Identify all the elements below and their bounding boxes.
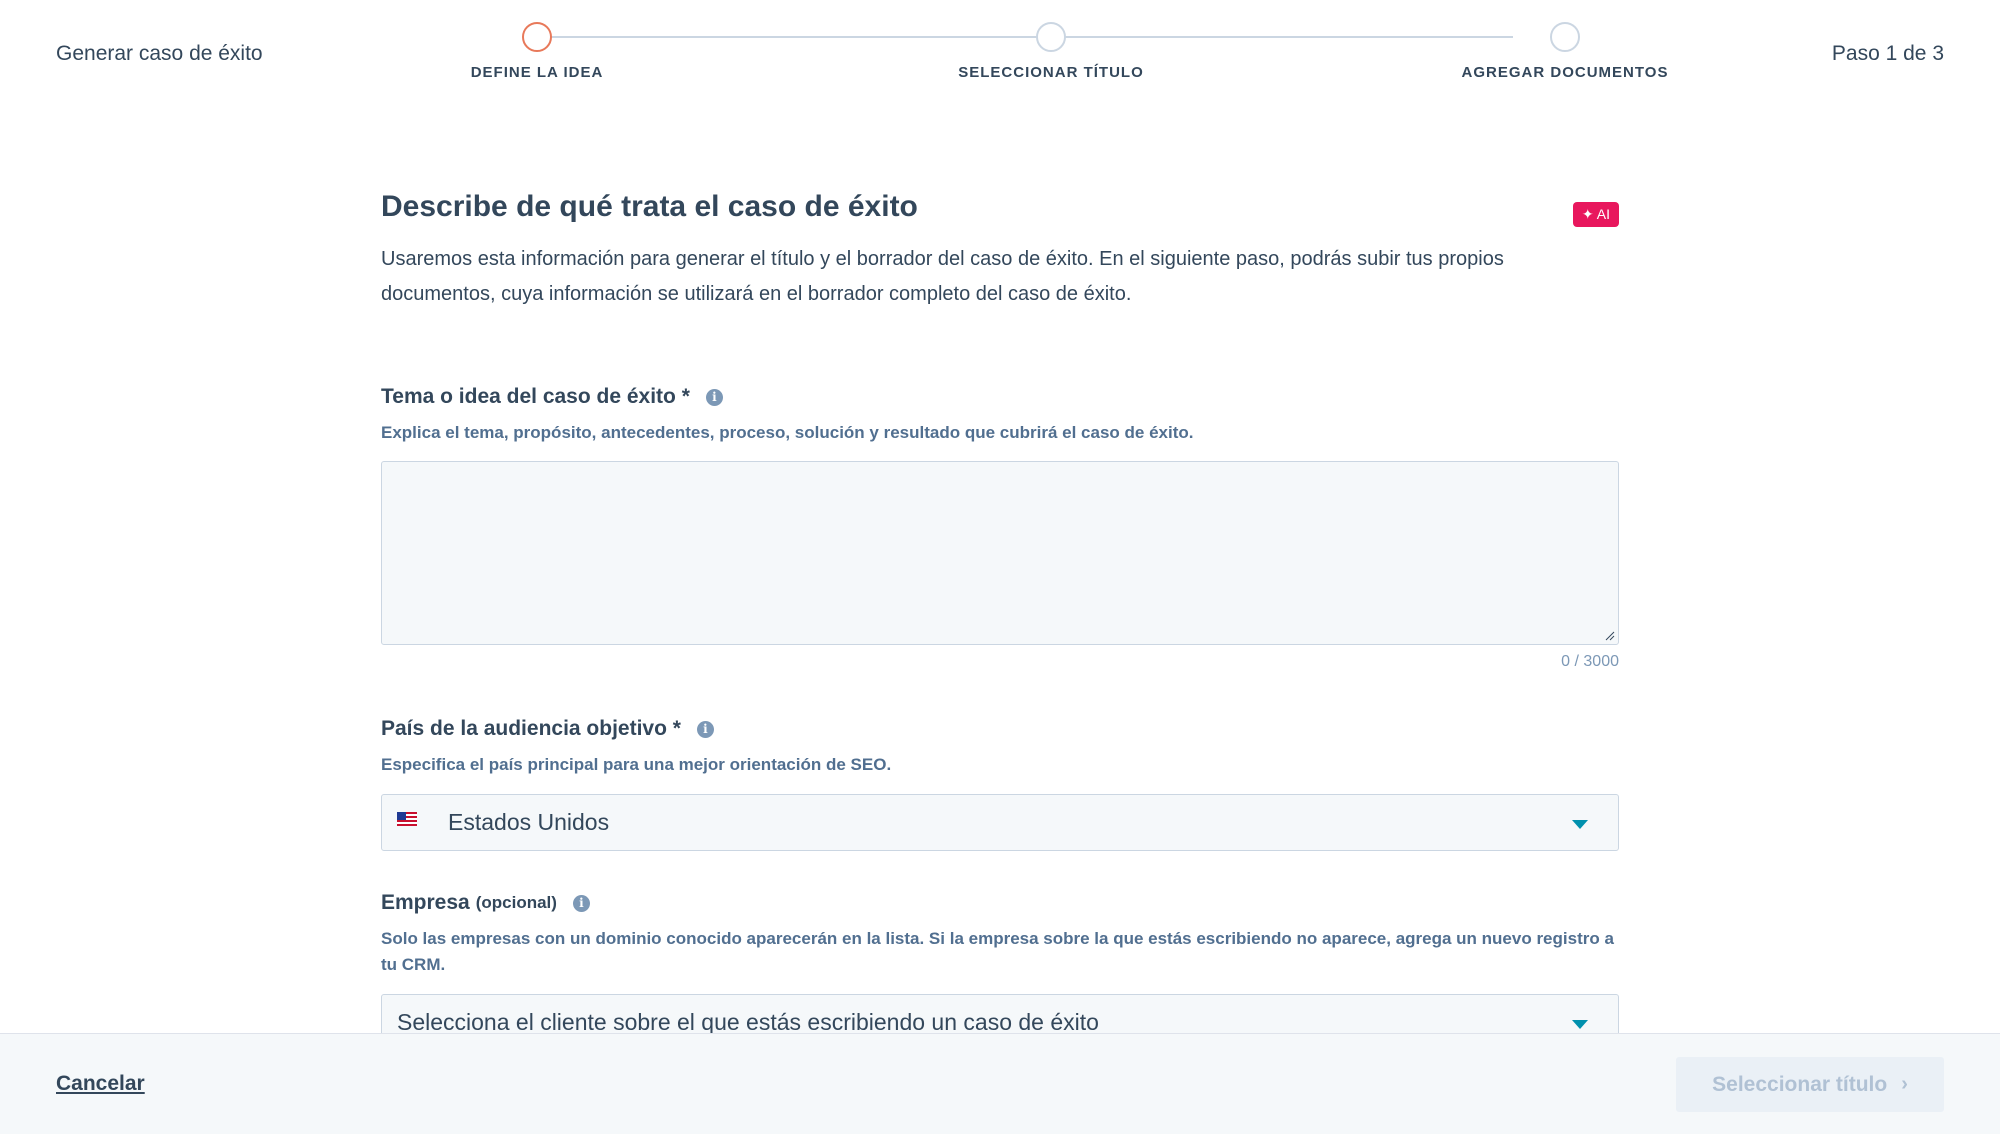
optional-tag: (opcional): [475, 893, 557, 912]
step-add-documents: AGREGAR DOCUMENTOS: [1415, 22, 1715, 81]
info-icon[interactable]: i: [696, 720, 714, 738]
section-description: Usaremos esta información para generar e…: [381, 248, 1504, 305]
company-label: Empresa: [381, 891, 470, 914]
step-label: SELECCIONAR TÍTULO: [958, 64, 1144, 81]
step-label: AGREGAR DOCUMENTOS: [1461, 64, 1669, 81]
topic-field: Tema o idea del caso de éxito * i Explic…: [381, 385, 1619, 671]
step-count: Paso 1 de 3: [1831, 42, 1944, 65]
country-field: País de la audiencia objetivo * i Especi…: [381, 717, 1619, 851]
country-selected-value: Estados Unidos: [448, 809, 610, 835]
step-indicator-active: [522, 22, 552, 52]
info-icon[interactable]: i: [705, 388, 723, 406]
country-help-text: Especifica el país principal para una me…: [381, 755, 892, 774]
topic-textarea[interactable]: [381, 461, 1619, 645]
wizard-header: Generar caso de éxito DEFINE LA IDEA SEL…: [0, 0, 2000, 110]
company-field: Empresa (opcional) i Solo las empresas c…: [381, 891, 1619, 1051]
topic-help-text: Explica el tema, propósito, antecedentes…: [381, 423, 1194, 442]
step-select-title: SELECCIONAR TÍTULO: [901, 22, 1201, 81]
step-indicator: [1036, 22, 1066, 52]
select-title-button[interactable]: Seleccionar título ›: [1676, 1057, 1944, 1112]
company-placeholder: Selecciona el cliente sobre el que estás…: [397, 1009, 1099, 1035]
company-label-row: Empresa (opcional) i: [381, 891, 1619, 915]
step-define-idea: DEFINE LA IDEA: [387, 22, 687, 81]
info-icon[interactable]: i: [572, 894, 590, 912]
step-indicator: [1550, 22, 1580, 52]
us-flag-icon: [397, 812, 417, 826]
page-title: Describe de qué trata el caso de éxito: [381, 190, 918, 223]
topic-label-row: Tema o idea del caso de éxito * i: [381, 385, 1619, 409]
company-help-text: Solo las empresas con un dominio conocid…: [381, 929, 1614, 974]
chevron-right-icon: ›: [1901, 1073, 1908, 1095]
app-title: Generar caso de éxito: [56, 42, 263, 65]
next-button-label: Seleccionar título: [1712, 1072, 1888, 1096]
form-container: Describe de qué trata el caso de éxito ✦…: [381, 190, 1619, 1051]
section-header: Describe de qué trata el caso de éxito ✦…: [381, 190, 1619, 312]
country-select[interactable]: Estados Unidos: [381, 794, 1619, 851]
step-label: DEFINE LA IDEA: [470, 64, 604, 81]
cancel-link[interactable]: Cancelar: [56, 1072, 145, 1096]
country-label-row: País de la audiencia objetivo * i: [381, 717, 1619, 741]
country-label: País de la audiencia objetivo *: [381, 717, 681, 740]
chevron-down-icon: [1572, 820, 1588, 829]
ai-badge: ✦ AI: [1572, 202, 1619, 227]
resize-handle-icon[interactable]: [1605, 631, 1615, 641]
wizard-footer: Cancelar Seleccionar título ›: [0, 1033, 2000, 1134]
chevron-down-icon: [1572, 1020, 1588, 1029]
char-counter: 0 / 3000: [1561, 653, 1619, 670]
topic-label: Tema o idea del caso de éxito *: [381, 385, 690, 408]
